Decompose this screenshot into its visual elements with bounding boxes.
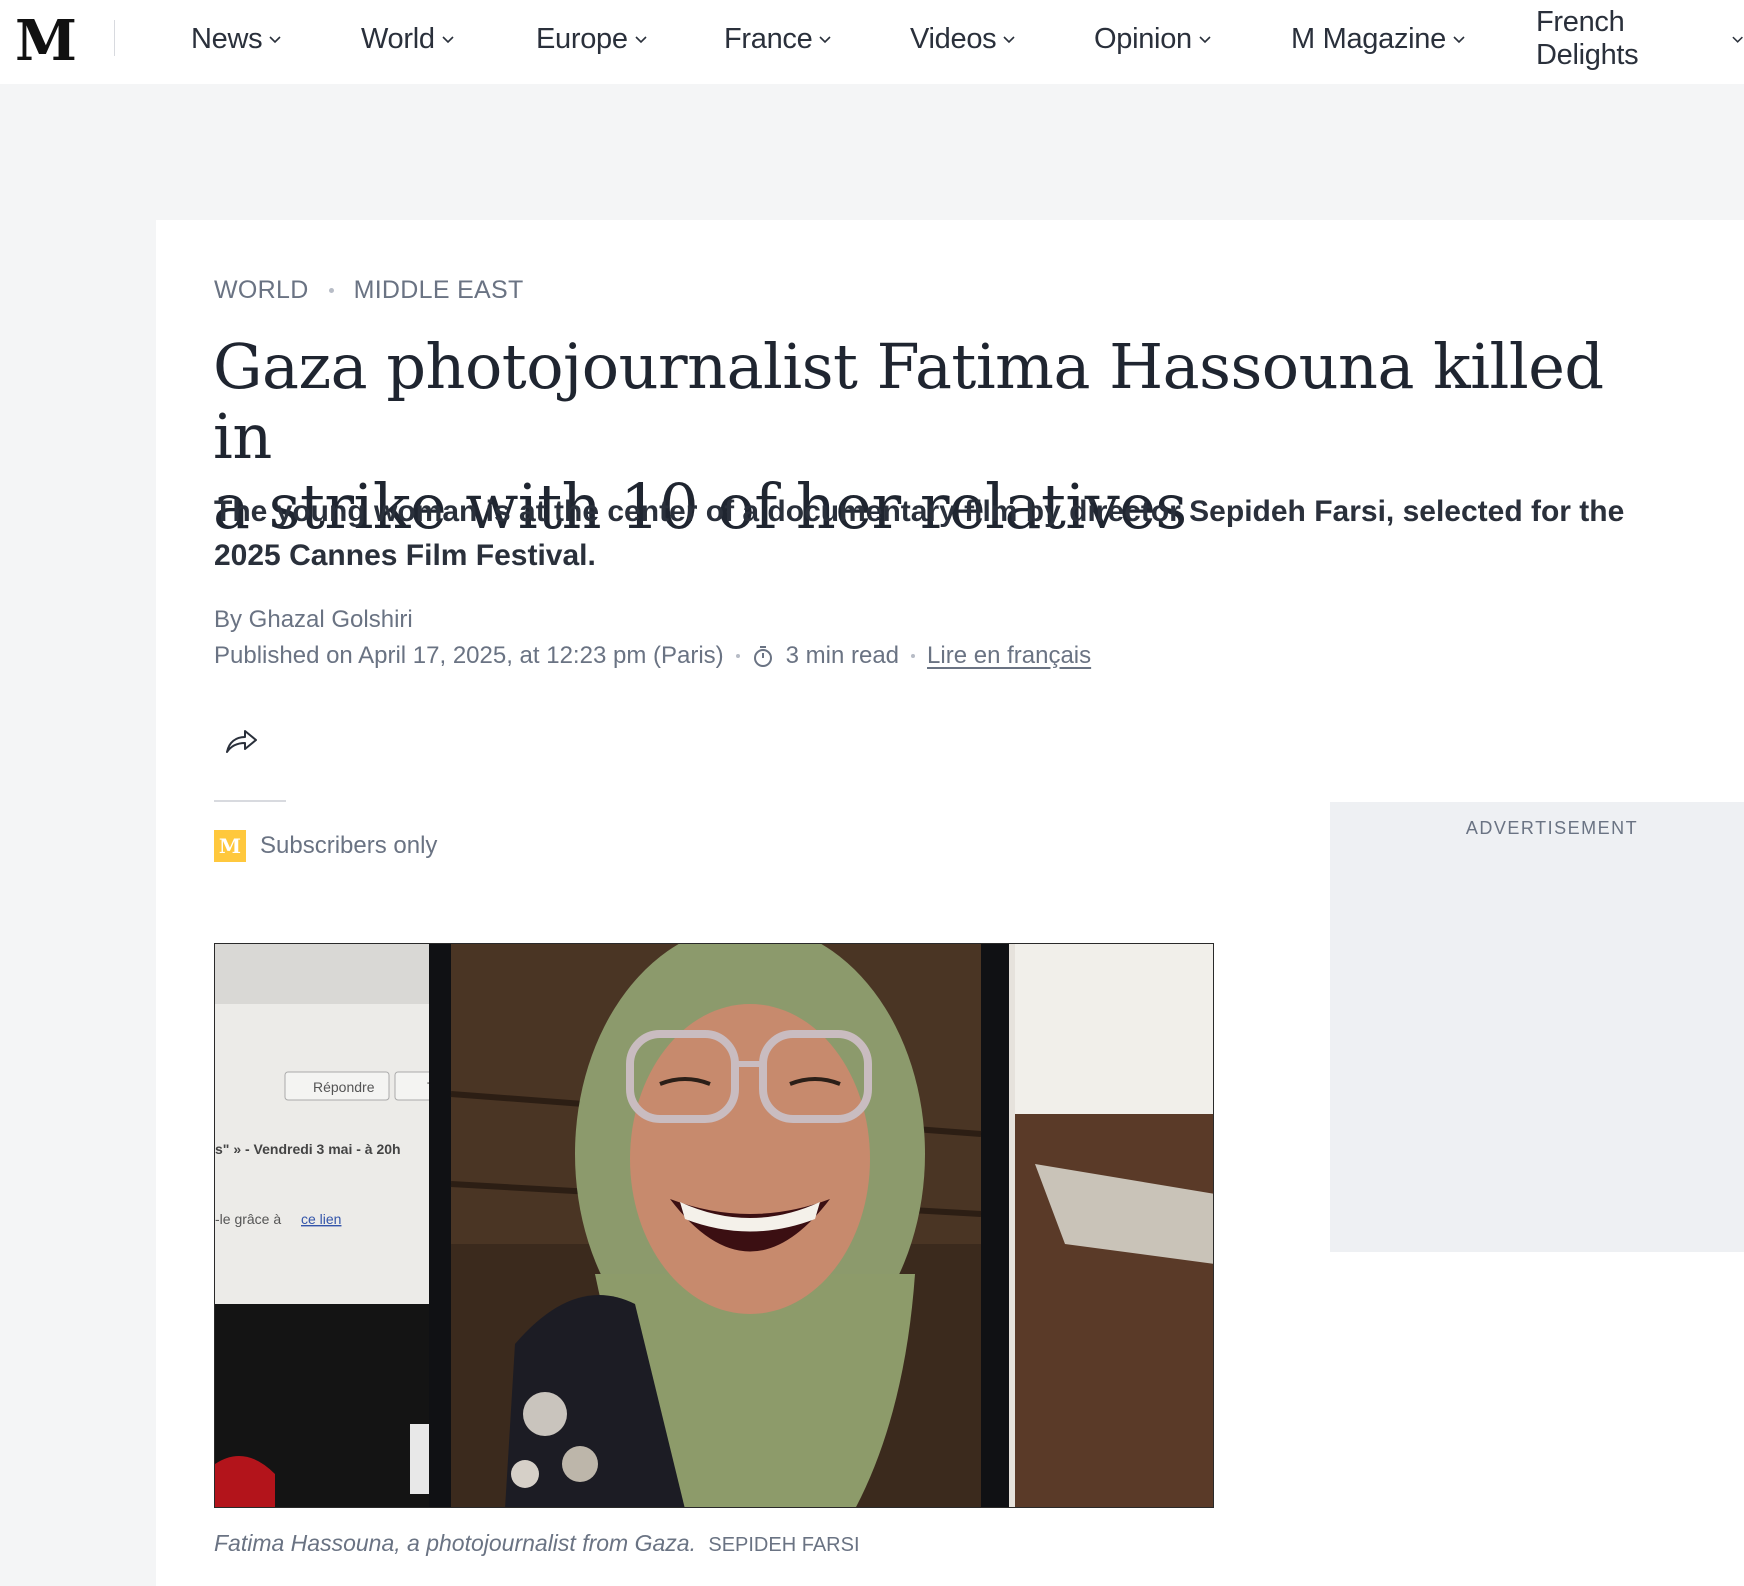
subscriber-badge-icon: M <box>214 830 246 862</box>
nav-item-news[interactable]: News <box>191 0 282 78</box>
section-divider <box>214 800 286 802</box>
caption-text: Fatima Hassouna, a photojournalist from … <box>214 1530 696 1556</box>
share-button[interactable] <box>220 720 262 762</box>
nav-item-france[interactable]: France <box>724 0 832 78</box>
nav-item-french-delights[interactable]: French Delights <box>1536 0 1744 78</box>
nav-item-europe[interactable]: Europe <box>536 0 648 78</box>
nav-item-label: French Delights <box>1536 6 1639 71</box>
top-navigation: M News World Europe France Videos Opinio… <box>0 0 1744 84</box>
nav-item-label: France <box>724 22 813 55</box>
screen-text-grace: -le grâce à <box>215 1211 281 1227</box>
headline-line-1: Gaza photojournalist Fatima Hassouna kil… <box>213 330 1604 473</box>
nav-item-videos[interactable]: Videos <box>910 0 1016 78</box>
publish-date: Published on April 17, 2025, at 12:23 pm… <box>214 642 724 669</box>
breadcrumb-world[interactable]: WORLD <box>214 276 309 305</box>
article-photo[interactable]: Répondre T s" » - Vendredi 3 mai - à 20h… <box>214 943 1214 1508</box>
nav-item-label: Europe <box>536 22 628 55</box>
chevron-down-icon <box>1732 36 1743 43</box>
chevron-down-icon <box>635 36 647 44</box>
meta-separator <box>911 654 916 658</box>
subscribers-label: Subscribers only <box>260 832 438 859</box>
breadcrumb-separator <box>328 288 334 293</box>
share-arrow-icon <box>226 730 257 753</box>
le-monde-logo[interactable]: M <box>15 10 77 72</box>
chevron-down-icon <box>269 36 281 44</box>
chevron-down-icon <box>1453 36 1465 44</box>
subscribers-only-tag: M Subscribers only <box>214 830 437 862</box>
nav-item-world[interactable]: World <box>361 0 455 78</box>
article-card: WORLD MIDDLE EAST Gaza photojournalist F… <box>156 220 1744 1586</box>
lire-en-francais-link[interactable]: Lire en français <box>927 642 1091 670</box>
photo-illustration: Répondre T s" » - Vendredi 3 mai - à 20h… <box>215 944 1213 1507</box>
advertisement-label: ADVERTISEMENT <box>1465 818 1639 838</box>
chevron-down-icon <box>819 36 832 44</box>
photo-credit: SEPIDEH FARSI <box>708 1534 860 1556</box>
breadcrumb: WORLD MIDDLE EAST <box>214 276 524 305</box>
chevron-down-icon <box>1003 36 1015 44</box>
stopwatch-icon <box>753 646 772 667</box>
meta-separator <box>735 654 740 658</box>
nav-item-label: News <box>191 22 263 55</box>
nav-item-label: Opinion <box>1094 22 1192 55</box>
nav-item-label: World <box>361 22 435 55</box>
nav-item-label: Videos <box>910 22 997 55</box>
photo-caption: Fatima Hassouna, a photojournalist from … <box>214 1530 860 1557</box>
nav-item-label: M Magazine <box>1291 22 1446 55</box>
advertisement-slot[interactable]: ADVERTISEMENT <box>1330 802 1744 1252</box>
nav-divider <box>114 20 115 56</box>
nav-item-opinion[interactable]: Opinion <box>1094 0 1212 78</box>
screen-text-date: s" » - Vendredi 3 mai - à 20h <box>215 1141 401 1157</box>
article-subtitle: The young woman is at the center of a do… <box>214 495 1625 572</box>
article-meta: Published on April 17, 2025, at 12:23 pm… <box>214 642 1091 670</box>
chevron-down-icon <box>442 36 454 44</box>
screen-text-repondre: Répondre <box>313 1079 375 1095</box>
chevron-down-icon <box>1199 36 1211 44</box>
screen-text-lien: ce lien <box>301 1211 341 1227</box>
byline[interactable]: By Ghazal Golshiri <box>214 606 413 634</box>
read-time: 3 min read <box>785 642 900 669</box>
breadcrumb-middle-east[interactable]: MIDDLE EAST <box>354 276 524 305</box>
nav-item-m-magazine[interactable]: M Magazine <box>1291 0 1466 78</box>
